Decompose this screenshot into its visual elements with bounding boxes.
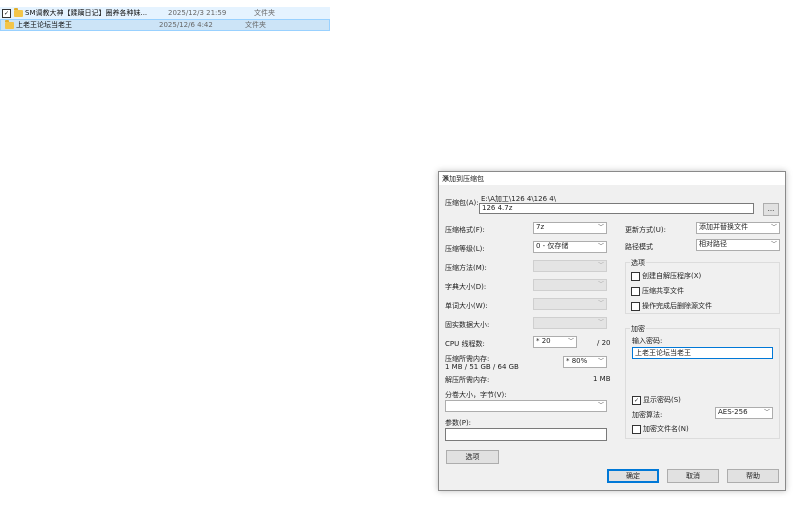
- path-mode-value: 相对路径: [699, 240, 727, 248]
- word-select: ﹀: [533, 298, 607, 310]
- file-name: SM调教大神【蹂躏日记】圈养各种妹...: [25, 9, 148, 17]
- show-password-label: 显示密码(S): [643, 396, 681, 404]
- checkbox-icon: [632, 424, 641, 434]
- encryption-method-label: 加密算法:: [632, 411, 663, 419]
- chevron-down-icon: ﹀: [597, 262, 604, 269]
- cpu-max: / 20: [597, 339, 611, 347]
- browse-button[interactable]: ...: [763, 203, 779, 216]
- split-select[interactable]: ﹀: [445, 400, 607, 412]
- level-value: 0 - 仅存储: [536, 242, 569, 250]
- params-input[interactable]: [445, 428, 607, 441]
- split-label: 分卷大小，字节(V):: [445, 391, 507, 399]
- mem-compress-value: * 80%: [566, 357, 588, 365]
- chevron-down-icon: ﹀: [567, 338, 574, 345]
- level-label: 压缩等级(L):: [445, 245, 485, 253]
- chevron-down-icon: ﹀: [597, 243, 604, 250]
- chevron-down-icon: ﹀: [597, 224, 604, 231]
- chevron-down-icon: ﹀: [597, 358, 604, 365]
- chevron-down-icon: ﹀: [770, 224, 777, 231]
- method-select: ﹀: [533, 260, 607, 272]
- cancel-button[interactable]: 取消: [667, 469, 719, 483]
- file-type: 文件夹: [254, 9, 275, 17]
- chevron-down-icon: ﹀: [597, 281, 604, 288]
- update-select[interactable]: 添加并替换文件 ﹀: [696, 222, 780, 234]
- file-name: 上老王论坛当老王: [16, 21, 72, 29]
- password-input[interactable]: 上老王论坛当老王: [632, 347, 773, 359]
- level-select[interactable]: 0 - 仅存储 ﹀: [533, 241, 607, 253]
- dict-select: ﹀: [533, 279, 607, 291]
- shared-files-label: 压缩共享文件: [642, 287, 684, 295]
- encryption-method-value: AES-256: [718, 408, 748, 416]
- update-label: 更新方式(U):: [625, 226, 666, 234]
- delete-after-checkbox[interactable]: 操作完成后删除源文件: [631, 301, 712, 311]
- format-select[interactable]: 7z ﹀: [533, 222, 607, 234]
- options-group-title: 选项: [630, 258, 646, 268]
- password-label: 输入密码:: [632, 337, 663, 345]
- checkbox-icon: [631, 286, 640, 296]
- file-date: 2025/12/6 4:42: [159, 21, 213, 29]
- add-to-archive-dialog: 添加到压缩包 ✕ 压缩包(A): E:\A加工\126 4\126 4\ 126…: [438, 171, 786, 491]
- params-label: 参数(P):: [445, 419, 472, 427]
- chevron-down-icon: ﹀: [770, 241, 777, 248]
- chevron-down-icon: ﹀: [763, 409, 770, 416]
- solid-label: 固实数据大小:: [445, 321, 490, 329]
- cpu-select[interactable]: * 20 ﹀: [533, 336, 577, 348]
- file-row[interactable]: ✓ SM调教大神【蹂躏日记】圈养各种妹... 2025/12/3 21:59 文…: [0, 7, 330, 19]
- mem-decompress-label: 解压所需内存:: [445, 376, 490, 384]
- dict-label: 字典大小(D):: [445, 283, 487, 291]
- checkbox-icon: [631, 301, 640, 311]
- show-password-checkbox[interactable]: ✓ 显示密码(S): [632, 395, 681, 405]
- mem-compress-select[interactable]: * 80% ﹀: [563, 356, 607, 368]
- path-mode-label: 路径模式: [625, 243, 653, 251]
- encryption-method-select[interactable]: AES-256 ﹀: [715, 407, 773, 419]
- shared-files-checkbox[interactable]: 压缩共享文件: [631, 286, 684, 296]
- update-value: 添加并替换文件: [699, 223, 748, 231]
- dialog-titlebar: 添加到压缩包 ✕: [439, 172, 785, 185]
- options-button[interactable]: 选项: [446, 450, 499, 464]
- close-icon[interactable]: ✕: [442, 174, 781, 184]
- chevron-down-icon: ﹀: [597, 300, 604, 307]
- file-type: 文件夹: [245, 21, 266, 29]
- method-label: 压缩方法(M):: [445, 264, 487, 272]
- folder-icon: [5, 19, 14, 29]
- cpu-value: * 20: [536, 337, 551, 345]
- file-row[interactable]: 上老王论坛当老王 2025/12/6 4:42 文件夹: [0, 19, 330, 31]
- chevron-down-icon: ﹀: [597, 319, 604, 326]
- folder-icon: [14, 7, 23, 17]
- archive-name-input[interactable]: 126 4.7z: [479, 203, 754, 214]
- sfx-label: 创建自解压程序(X): [642, 272, 702, 280]
- row-checkbox[interactable]: ✓: [2, 8, 11, 18]
- help-button[interactable]: 帮助: [727, 469, 779, 483]
- archive-label: 压缩包(A):: [445, 199, 479, 207]
- mem-decompress-value: 1 MB: [593, 375, 611, 383]
- word-label: 单词大小(W):: [445, 302, 488, 310]
- format-label: 压缩格式(F):: [445, 226, 485, 234]
- encryption-group-title: 加密: [630, 324, 646, 334]
- format-value: 7z: [536, 223, 545, 231]
- solid-select: ﹀: [533, 317, 607, 329]
- path-mode-select[interactable]: 相对路径 ﹀: [696, 239, 780, 251]
- chevron-down-icon: ﹀: [597, 402, 604, 409]
- checkmark-icon: ✓: [632, 395, 641, 405]
- mem-compress-detail: 1 MB / 51 GB / 64 GB: [445, 363, 519, 371]
- encrypt-names-checkbox[interactable]: 加密文件名(N): [632, 424, 689, 434]
- checkbox-icon: [631, 271, 640, 281]
- delete-after-label: 操作完成后删除源文件: [642, 302, 712, 310]
- ok-button[interactable]: 确定: [607, 469, 659, 483]
- file-date: 2025/12/3 21:59: [168, 9, 227, 17]
- encrypt-names-label: 加密文件名(N): [643, 425, 689, 433]
- sfx-checkbox[interactable]: 创建自解压程序(X): [631, 271, 701, 281]
- cpu-label: CPU 线程数:: [445, 340, 485, 348]
